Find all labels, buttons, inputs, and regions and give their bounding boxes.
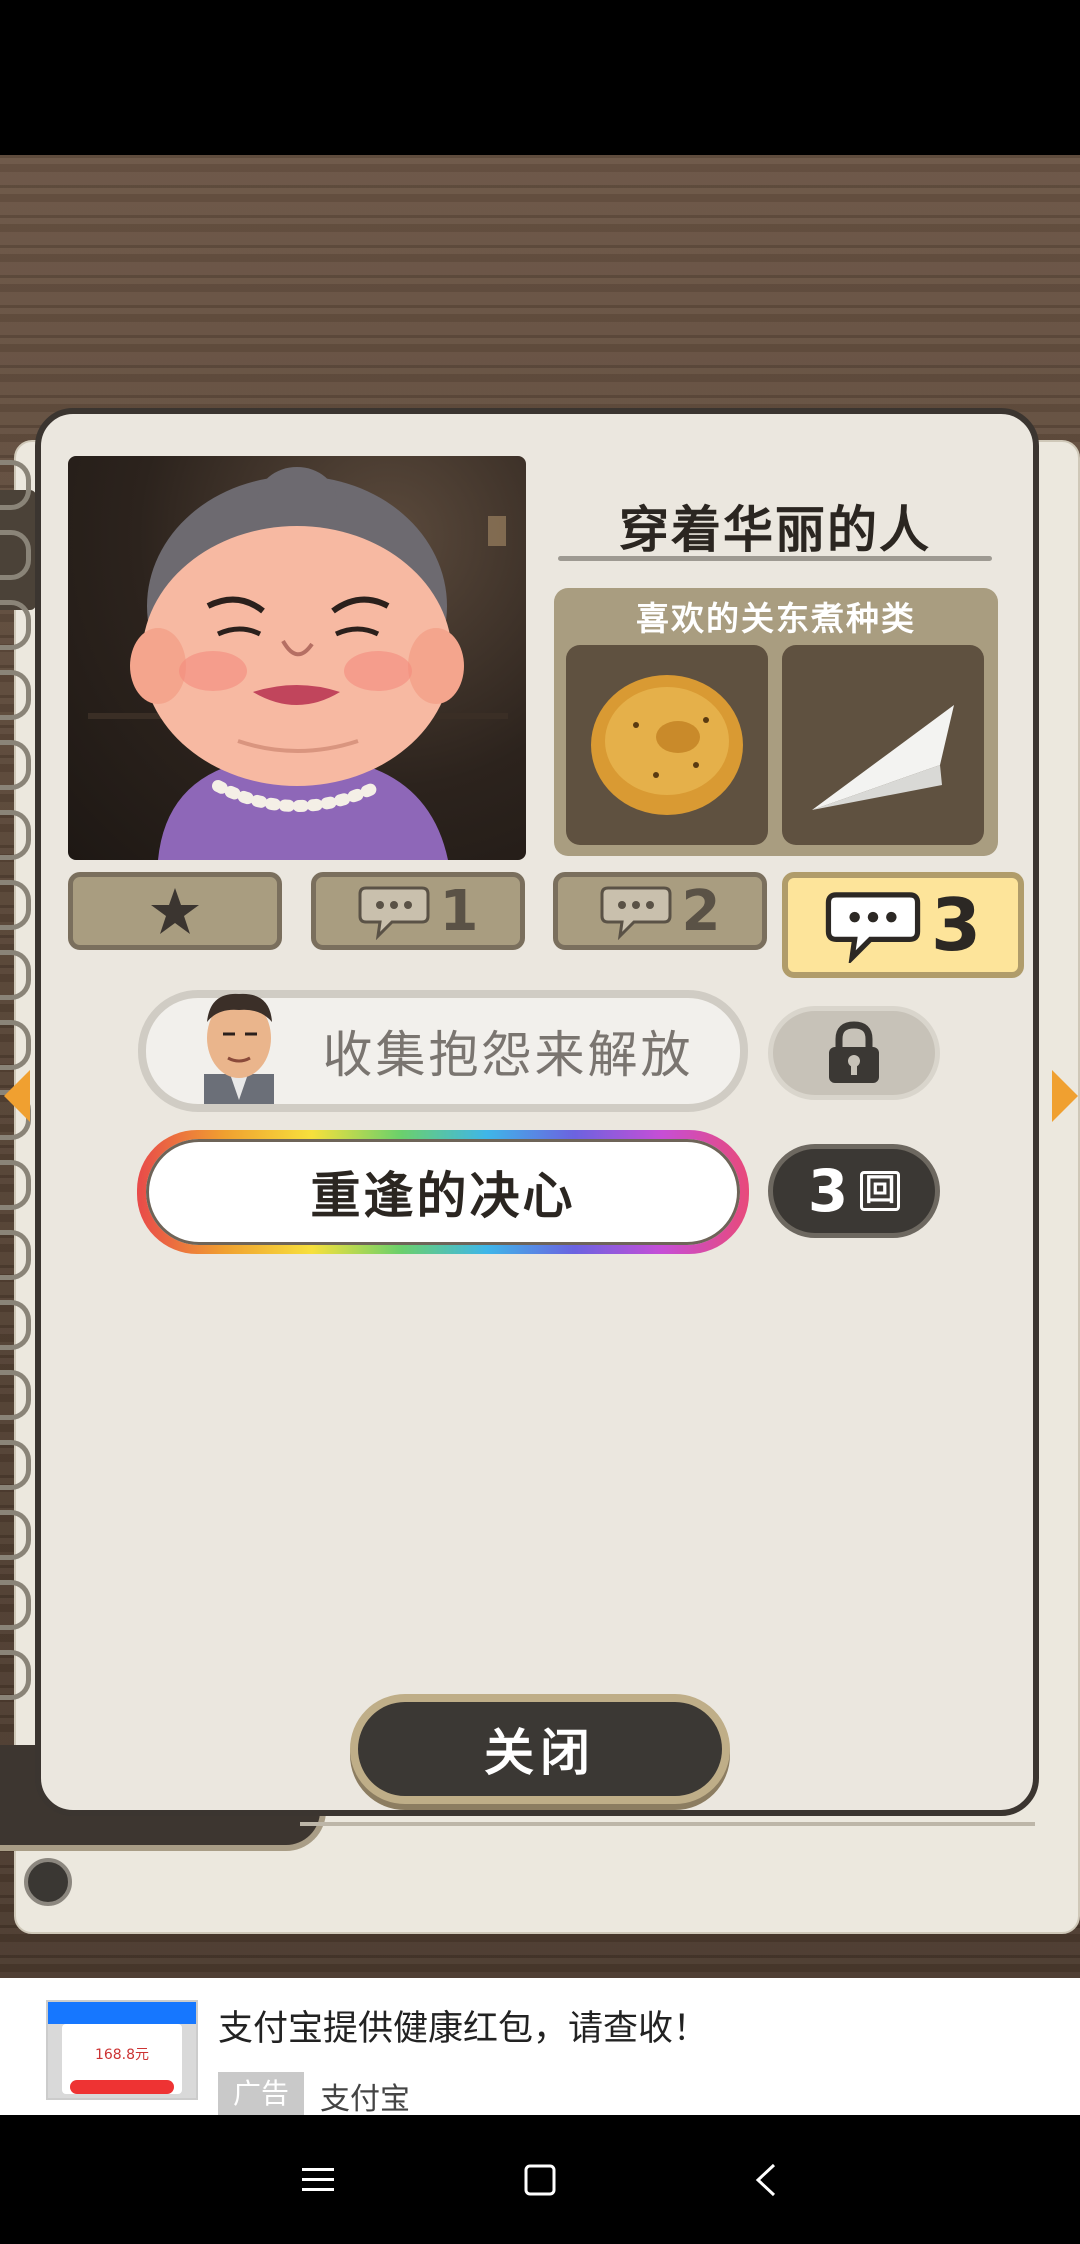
close-button[interactable]: 关闭 [350, 1694, 730, 1804]
home-icon[interactable] [510, 2150, 570, 2210]
divider [300, 1822, 1035, 1826]
reunion-episode-button[interactable]: 重逢的决心 [137, 1130, 749, 1254]
tab-number: 2 [681, 878, 721, 944]
menu-icon[interactable] [288, 2150, 348, 2210]
episode-count: 3 [807, 1157, 849, 1225]
close-button-label: 关闭 [484, 1724, 596, 1782]
reunion-episode-inner: 重逢的决心 [146, 1139, 740, 1245]
reunion-episode-label: 重逢的决心 [310, 1167, 576, 1225]
ad-tag: 广告 [218, 2072, 304, 2116]
episode-count-badge: 3 回 [768, 1144, 940, 1238]
hanpen-triangle-icon [812, 705, 954, 810]
locked-episode-button[interactable]: 收集抱怨来解放 [138, 990, 748, 1112]
ad-thumbnail[interactable]: 168.8元 [46, 2000, 198, 2100]
tab-number: 3 [930, 883, 982, 967]
star-icon [151, 888, 199, 934]
man-avatar-icon [204, 993, 274, 1104]
next-page-arrow-icon[interactable] [1052, 1070, 1078, 1122]
ad-title[interactable]: 支付宝提供健康红包，请查收！ [218, 2000, 708, 2051]
favorite-oden-slot-2 [782, 645, 984, 845]
lock-badge [768, 1006, 940, 1100]
ring-icon [24, 1858, 72, 1906]
fried-fishcake-ball-icon [591, 675, 743, 815]
status-bar [0, 0, 1080, 155]
character-name: 穿着华丽的人 [619, 501, 931, 559]
episode-count-unit: 回 [860, 1171, 901, 1211]
back-icon[interactable] [736, 2150, 796, 2210]
name-underline [558, 556, 992, 561]
character-portrait [68, 456, 526, 860]
tab-number: 1 [439, 878, 479, 944]
ad-source: 支付宝 [320, 2082, 410, 2117]
speech-bubble-icon [600, 886, 672, 940]
prev-page-arrow-icon[interactable] [4, 1070, 30, 1122]
tab-complaint-2[interactable]: 2 [553, 872, 767, 950]
favorite-oden-title: 喜欢的关东煮种类 [636, 599, 916, 638]
notebook-rings [0, 440, 31, 1840]
tab-star[interactable] [68, 872, 282, 950]
speech-bubble-icon [825, 892, 921, 963]
locked-episode-label: 收集抱怨来解放 [322, 1026, 694, 1084]
tab-complaint-1[interactable]: 1 [311, 872, 525, 950]
speech-bubble-icon [358, 886, 430, 940]
lock-icon [829, 1021, 879, 1083]
favorite-oden-slot-1 [566, 645, 768, 845]
tab-complaint-3[interactable]: 3 [782, 872, 1024, 978]
